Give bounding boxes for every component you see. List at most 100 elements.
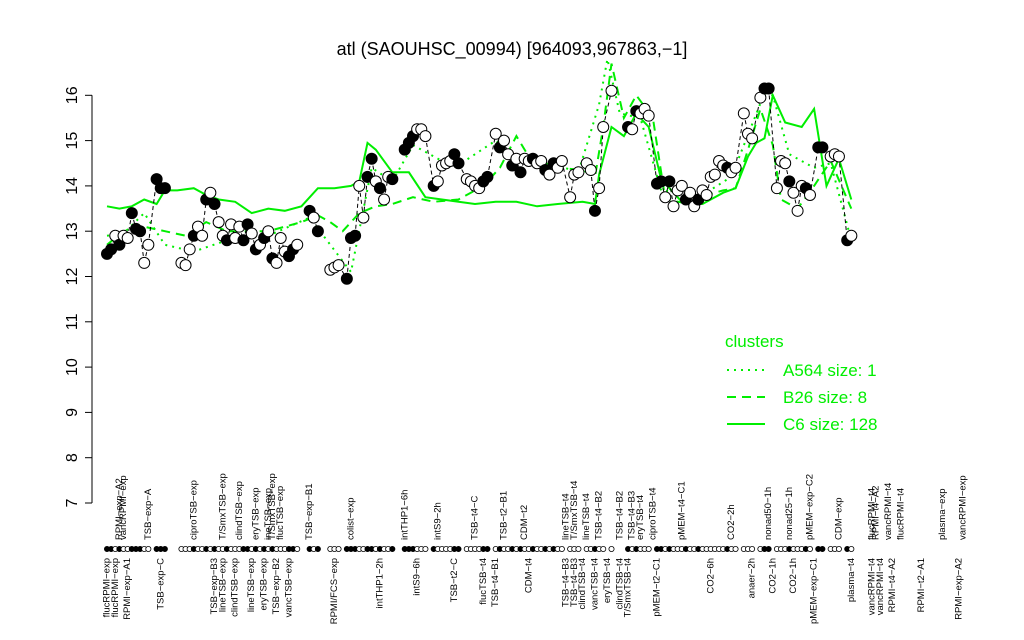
data-point (514, 166, 527, 179)
data-point (452, 157, 465, 170)
x-tick-label: TSB−t4−B2 (594, 491, 605, 540)
rug-markers (104, 546, 855, 553)
point-connector (424, 135, 435, 186)
x-tick-label: plasma−exp (937, 489, 948, 541)
y-tick-label: 7 (64, 498, 81, 507)
y-tick-label: 16 (64, 86, 81, 104)
x-tick-label: TSB−t2−C (449, 558, 460, 602)
x-tick-label: flucRPMI−exp (110, 558, 121, 617)
data-point (357, 211, 370, 224)
x-tick-label: pMEM−t2−C1 (652, 558, 663, 617)
data-point (274, 231, 287, 244)
data-point (729, 161, 742, 174)
data-point (700, 188, 713, 201)
x-tick-label: CO2−1h (788, 558, 799, 594)
x-tick-label: CDM−t4 (523, 558, 534, 593)
y-tick-label: 11 (64, 313, 81, 330)
rug-marker (389, 546, 396, 553)
x-tick-label: colist−exp (345, 497, 356, 540)
data-point (121, 231, 134, 244)
rug-marker (806, 546, 813, 553)
data-point (783, 175, 796, 188)
rug-marker (314, 546, 321, 553)
rug-marker (422, 546, 429, 553)
data-point (311, 225, 324, 238)
x-tick-label: CO2−2h (726, 504, 737, 540)
x-tick-label: RPMI−t2−A1 (916, 558, 927, 612)
data-point (737, 107, 750, 120)
data-point (365, 152, 378, 165)
rug-marker (645, 546, 652, 553)
legend-entry: C6 size: 128 (783, 415, 878, 434)
rug-marker (600, 546, 607, 553)
chart-title: atl (SAOUHSC_00994) [964093,967863,−1] (337, 39, 688, 60)
x-tick-label: CO2−1h (767, 558, 778, 594)
x-tick-label: eryTSB−exp (259, 558, 270, 611)
y-tick-label: 15 (64, 132, 81, 150)
rug-marker (294, 546, 301, 553)
y-tick-label: 8 (64, 453, 81, 462)
data-point (386, 173, 399, 186)
data-point (762, 82, 775, 95)
data-point (204, 186, 217, 199)
x-tick-label: nonad25−1h (784, 487, 795, 540)
rug-marker (484, 546, 491, 553)
data-point (196, 229, 209, 242)
data-point (138, 256, 151, 269)
x-tick-label: ciproTSB−t4 (647, 487, 658, 540)
data-point (584, 164, 597, 177)
x-tick-label: TSB−t4−B2 (614, 491, 625, 540)
y-tick-label: 12 (64, 268, 81, 286)
x-tick-label: lineTSB−t4 (581, 493, 592, 540)
rug-marker (161, 546, 168, 553)
x-tick-label: eryTSB−t4 (602, 558, 613, 603)
rug-marker (732, 546, 739, 553)
data-point (373, 182, 386, 195)
x-tick-label: ciproTSB−exp (188, 480, 199, 540)
data-point (431, 175, 444, 188)
data-point (626, 123, 639, 136)
data-point (291, 238, 304, 251)
legend: clusters A564 size: 1 B26 size: 8 C6 size: … (725, 332, 878, 434)
data-point (134, 225, 147, 238)
y-axis: 7 8 9 10 11 12 13 14 15 16 (64, 86, 93, 507)
point-connector (354, 185, 360, 236)
x-tick-label: vancRPMI−exp (958, 475, 969, 540)
data-point (340, 272, 353, 285)
data-point (845, 229, 858, 242)
data-point (332, 259, 345, 272)
data-point (158, 182, 171, 195)
data-point (746, 132, 759, 145)
x-tick-label: eryTSB−exp (250, 487, 261, 540)
data-point (262, 225, 275, 238)
data-point (803, 188, 816, 201)
x-tick-label: T/SmxTSB−exp (217, 473, 228, 540)
data-point (791, 204, 804, 217)
x-tick-label: pMEM−t4−C1 (676, 481, 687, 540)
x-tick-label: vancRPMI−t4 (875, 558, 886, 615)
x-tick-label: vancTSB−t4 (589, 558, 600, 610)
data-point (481, 170, 494, 183)
data-point (212, 216, 225, 229)
rug-marker (575, 546, 582, 553)
x-tick-label: eryTSB−t4 (635, 495, 646, 540)
rug-marker (558, 546, 565, 553)
x-tick-label: lineTSB−exp (246, 558, 257, 612)
data-point (642, 109, 655, 122)
data-point (597, 121, 610, 134)
x-tick-label: intS9−6h (412, 558, 423, 596)
x-tick-label: flucRPMI−t4 (895, 488, 906, 540)
x-tick-label: TSB−exp−B1 (304, 483, 315, 540)
data-point (307, 211, 320, 224)
data-point (832, 150, 845, 163)
data-point (708, 168, 721, 181)
x-tick-label: TSB−exp−A (143, 488, 154, 540)
x-tick-label: ineTSB−exp (263, 488, 274, 540)
data-point (419, 130, 432, 143)
x-tick-label: TSB−t2−B1 (499, 491, 510, 540)
rug-marker (835, 546, 842, 553)
rug-marker (335, 546, 342, 553)
x-tick-label: vancTSB−exp (283, 558, 294, 617)
rug-marker (749, 546, 756, 553)
x-tick-label: vancRPMI−exp (118, 475, 129, 540)
